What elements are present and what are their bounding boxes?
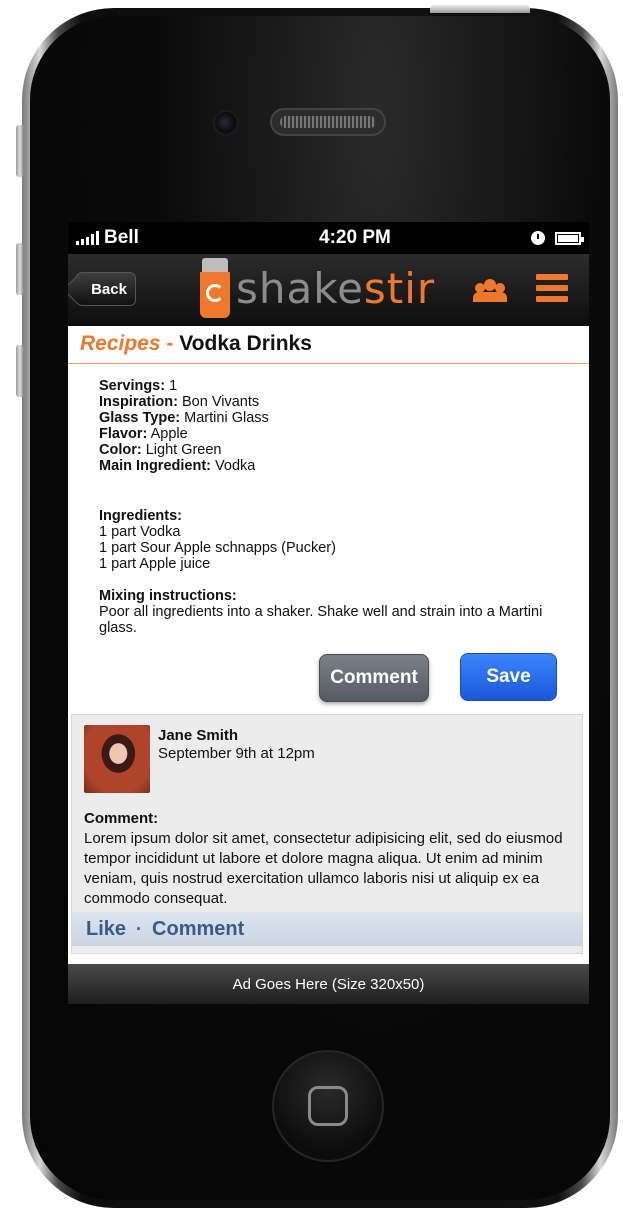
- comment-button[interactable]: Comment: [319, 654, 429, 702]
- shaker-cup-icon: [200, 258, 230, 318]
- status-bar: Bell 4:20 PM: [68, 222, 589, 254]
- ad-banner[interactable]: Ad Goes Here (Size 320x50): [68, 964, 589, 1004]
- carrier-group: Bell: [76, 227, 139, 249]
- field-glass-type: Glass Type: Martini Glass: [99, 410, 269, 426]
- title-separator: -: [166, 332, 174, 355]
- front-camera: [213, 110, 239, 136]
- comment-link[interactable]: Comment: [152, 918, 244, 941]
- back-button[interactable]: Back: [76, 272, 136, 306]
- field-inspiration: Inspiration: Bon Vivants: [99, 394, 260, 410]
- ingredients-heading: Ingredients:: [99, 508, 182, 524]
- recipe-actions: Comment Save: [68, 636, 589, 714]
- like-link[interactable]: Like: [86, 918, 126, 941]
- mute-switch: [16, 125, 24, 177]
- back-button-label: Back: [91, 280, 127, 298]
- comment-card: Jane Smith September 9th at 12pm Comment…: [71, 714, 583, 954]
- home-button[interactable]: [272, 1050, 384, 1162]
- volume-down-button: [16, 345, 24, 397]
- shakestir-logo: shakestir: [200, 258, 435, 318]
- mixing-text: Poor all ingredients into a shaker. Shak…: [99, 604, 543, 636]
- title-section[interactable]: Recipes: [80, 332, 161, 355]
- field-servings: Servings: 1: [99, 378, 178, 394]
- carrier-name: Bell: [104, 227, 139, 248]
- save-button[interactable]: Save: [460, 653, 557, 701]
- comment-text: Lorem ipsum dolor sit amet, consectetur …: [84, 830, 563, 907]
- comment-author-block: Jane Smith September 9th at 12pm: [158, 727, 315, 763]
- page-title: Recipes - Vodka Drinks: [68, 326, 589, 364]
- clock-icon: [530, 231, 545, 245]
- signal-icon: [76, 231, 99, 245]
- comment-timestamp: September 9th at 12pm: [158, 745, 315, 762]
- title-category: Vodka Drinks: [179, 332, 312, 355]
- ingredient-item: 1 part Sour Apple schnapps (Pucker): [99, 540, 336, 556]
- battery-icon: [554, 231, 584, 245]
- avatar[interactable]: [84, 725, 150, 793]
- menu-icon[interactable]: [536, 274, 568, 302]
- field-main-ingredient: Main Ingredient: Vodka: [99, 458, 256, 474]
- ingredients-section: Ingredients: 1 part Vodka 1 part Sour Ap…: [99, 508, 557, 572]
- power-button: [430, 5, 530, 13]
- home-square-icon: [308, 1086, 348, 1126]
- recipe-details: Servings: 1 Inspiration: Bon Vivants Gla…: [68, 364, 589, 636]
- mixing-heading: Mixing instructions:: [99, 588, 237, 604]
- volume-up-button: [16, 243, 24, 295]
- screen: Bell 4:20 PM Back shakestir Recipes - Vo…: [68, 222, 589, 1004]
- users-icon[interactable]: [473, 279, 507, 302]
- ingredient-item: 1 part Apple juice: [99, 556, 211, 572]
- comment-label: Comment:: [84, 810, 159, 827]
- field-color: Color: Light Green: [99, 442, 222, 458]
- ingredient-item: 1 part Vodka: [99, 524, 181, 540]
- earpiece-speaker: [270, 108, 386, 136]
- ad-text: Ad Goes Here (Size 320x50): [232, 975, 425, 993]
- status-time: 4:20 PM: [319, 227, 391, 248]
- mixing-section: Mixing instructions: Poor all ingredient…: [99, 588, 557, 636]
- status-right-group: [530, 231, 584, 245]
- comment-actions-bar: Like · Comment: [72, 912, 582, 946]
- separator-dot: ·: [136, 918, 143, 939]
- logo-wordmark: shakestir: [236, 263, 436, 313]
- nav-bar: Back shakestir: [68, 254, 589, 326]
- field-flavor: Flavor: Apple: [99, 426, 188, 442]
- recipe-fields: Servings: 1 Inspiration: Bon Vivants Gla…: [99, 378, 557, 474]
- comment-author[interactable]: Jane Smith: [158, 727, 315, 745]
- comment-body: Comment: Lorem ipsum dolor sit amet, con…: [84, 809, 584, 909]
